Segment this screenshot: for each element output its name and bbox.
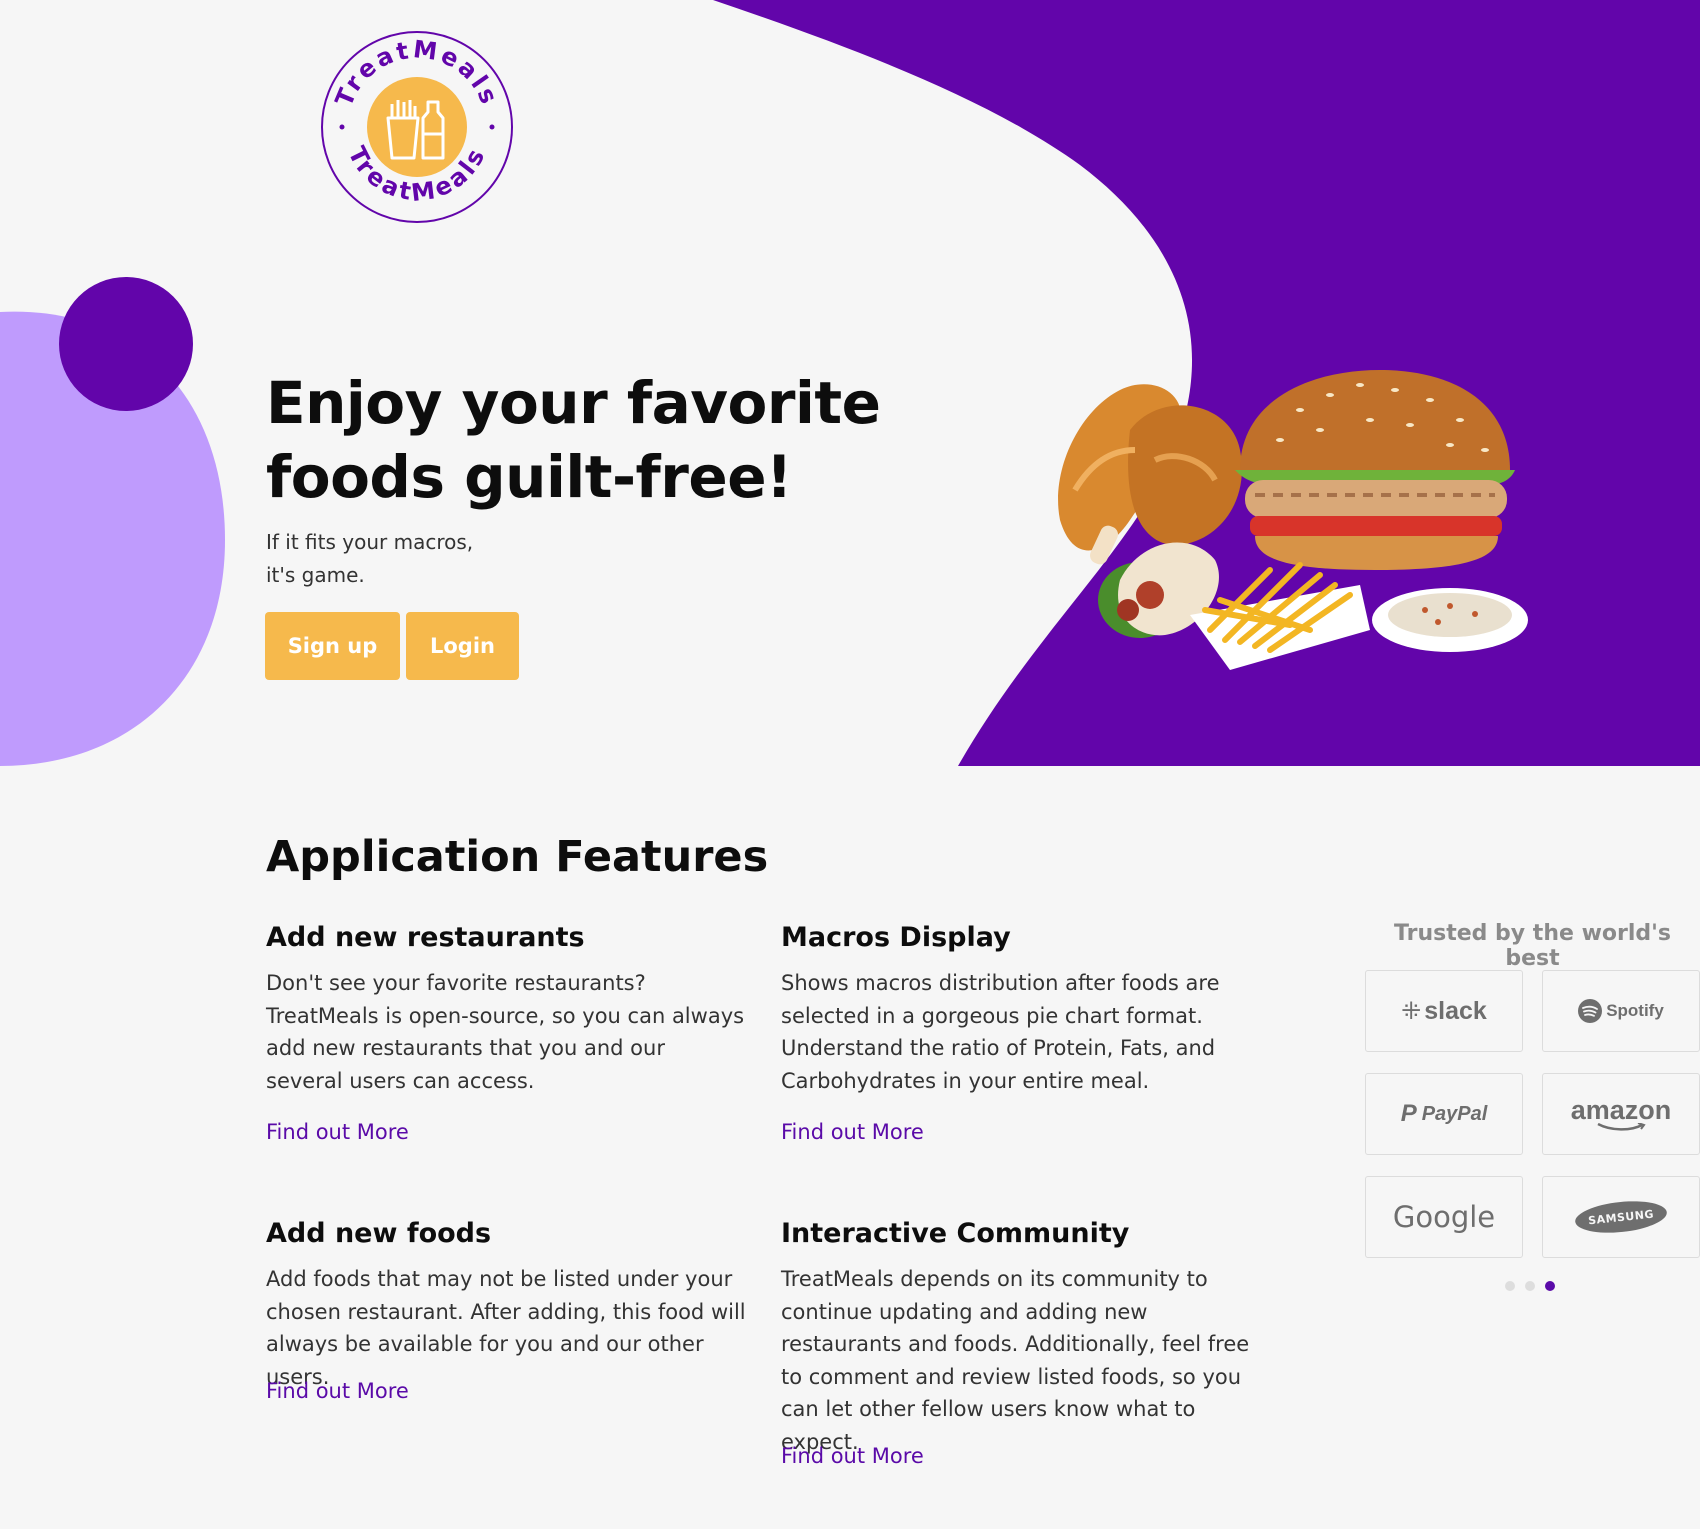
brand-label: PayPal <box>1421 1102 1488 1125</box>
brand-google: Google <box>1365 1176 1523 1258</box>
hero-subtitle-line-1: If it fits your macros, <box>266 530 474 554</box>
find-out-more-link[interactable]: Find out More <box>781 1120 924 1144</box>
feature-description: Add foods that may not be listed under y… <box>266 1267 746 1389</box>
feature-interactive-community: Interactive Community TreatMeals depends… <box>781 1217 1261 1468</box>
feature-description: Don't see your favorite restaurants? Tre… <box>266 971 745 1093</box>
find-out-more-link[interactable]: Find out More <box>781 1444 924 1468</box>
trusted-title: Trusted by the world's best <box>1394 921 1671 971</box>
login-button[interactable]: Login <box>406 612 519 680</box>
feature-add-restaurants: Add new restaurants Don't see your favor… <box>266 921 746 1144</box>
feature-description: TreatMeals depends on its community to c… <box>781 1267 1250 1454</box>
feature-macros-display: Macros Display Shows macros distribution… <box>781 921 1261 1144</box>
brand-label: Spotify <box>1606 1001 1664 1020</box>
amazon-smile-icon <box>1597 1123 1646 1131</box>
brand-label: SAMSUNG <box>1573 1197 1669 1237</box>
feature-title: Interactive Community <box>781 1218 1130 1249</box>
brand-label: slack <box>1424 996 1487 1025</box>
burger-illustration <box>1235 370 1515 570</box>
hero-title: Enjoy your favorite foods guilt-free! <box>266 369 881 511</box>
brand-samsung: SAMSUNG <box>1542 1176 1700 1258</box>
hero-subtitle: If it fits your macros, it's game. <box>266 526 473 592</box>
slack-icon: ⁜ <box>1401 997 1422 1025</box>
find-out-more-link[interactable]: Find out More <box>266 1120 409 1144</box>
brand-spotify: Spotify <box>1542 970 1700 1052</box>
purple-circle <box>59 277 193 411</box>
feature-title: Macros Display <box>781 922 1011 953</box>
signup-button[interactable]: Sign up <box>265 612 400 680</box>
brand-label: amazon <box>1570 1095 1672 1125</box>
feature-description: Shows macros distribution after foods ar… <box>781 971 1220 1093</box>
features-title: Application Features <box>266 832 769 882</box>
feature-add-foods: Add new foods Add foods that may not be … <box>266 1217 746 1403</box>
carousel-dot[interactable] <box>1525 1281 1535 1291</box>
feature-title: Add new foods <box>266 1218 492 1249</box>
carousel-dot-active[interactable] <box>1545 1281 1555 1291</box>
brand-label: Google <box>1392 1200 1496 1234</box>
food-image <box>1058 370 1528 670</box>
treatmeals-logo: TreatMeals TreatMeals <box>321 31 513 223</box>
brand-paypal: P PayPal <box>1365 1073 1523 1155</box>
coleslaw-illustration <box>1372 588 1528 652</box>
brand-slack: ⁜ slack <box>1365 970 1523 1052</box>
hero-subtitle-line-2: it's game. <box>266 563 365 587</box>
spotify-icon <box>1578 999 1603 1023</box>
feature-title: Add new restaurants <box>266 922 585 953</box>
brand-amazon: amazon <box>1542 1073 1700 1155</box>
fried-chicken-illustration <box>1058 384 1242 565</box>
paypal-icon: P <box>1400 1100 1417 1127</box>
carousel-dot[interactable] <box>1505 1281 1515 1291</box>
find-out-more-link[interactable]: Find out More <box>266 1379 409 1403</box>
hero-section: TreatMeals TreatMeals Enjoy your favorit… <box>0 0 1700 766</box>
carousel-dots <box>1505 1281 1555 1291</box>
